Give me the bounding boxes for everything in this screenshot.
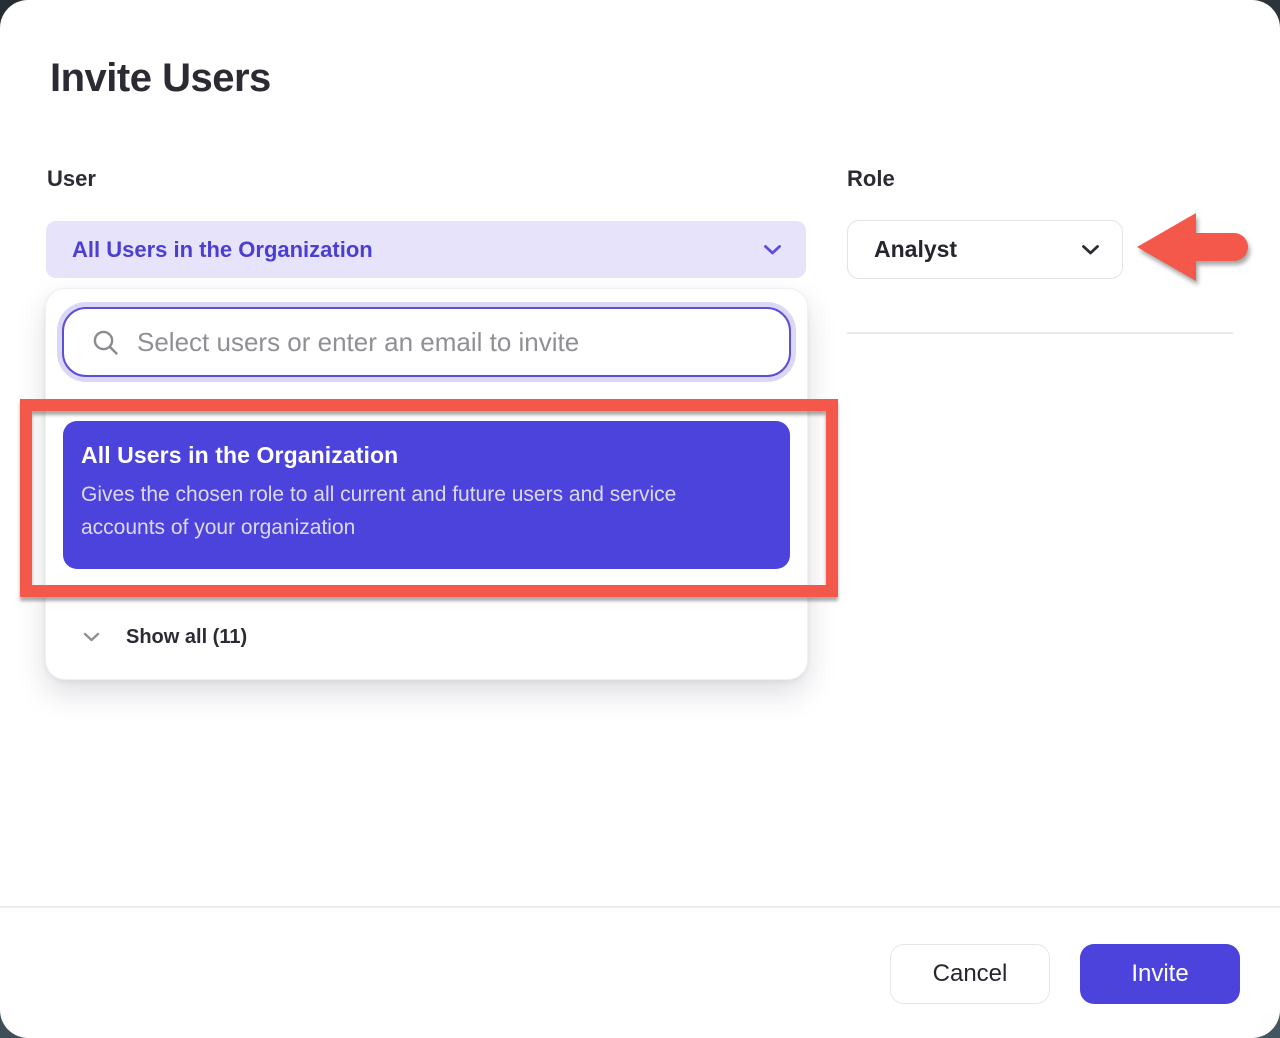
user-search-box [62, 307, 791, 377]
invite-button[interactable]: Invite [1080, 944, 1240, 1004]
user-dropdown-panel: All Users in the Organization Gives the … [45, 288, 808, 680]
chevron-down-icon [763, 244, 782, 256]
option-title: All Users in the Organization [81, 442, 764, 469]
user-search-input[interactable] [137, 327, 765, 358]
user-select-value: All Users in the Organization [72, 237, 763, 263]
invite-users-dialog: Invite Users User All Users in the Organ… [0, 0, 1280, 1038]
footer-divider [0, 906, 1280, 908]
option-all-users[interactable]: All Users in the Organization Gives the … [63, 421, 790, 569]
role-select[interactable]: Analyst [847, 220, 1123, 279]
option-description: Gives the chosen role to all current and… [81, 478, 764, 544]
show-all-toggle[interactable]: Show all (11) [46, 611, 807, 663]
chevron-down-icon [1081, 244, 1100, 256]
role-field-label: Role [847, 166, 895, 192]
section-divider [847, 332, 1233, 334]
search-icon [92, 329, 119, 356]
page-title: Invite Users [50, 56, 271, 101]
red-arrow-annotation [1132, 203, 1252, 291]
chevron-down-icon [83, 632, 100, 643]
role-select-value: Analyst [874, 236, 1081, 263]
user-field-label: User [47, 166, 96, 192]
user-select[interactable]: All Users in the Organization [46, 221, 806, 278]
show-all-label: Show all (11) [126, 626, 247, 649]
cancel-button[interactable]: Cancel [890, 944, 1050, 1004]
